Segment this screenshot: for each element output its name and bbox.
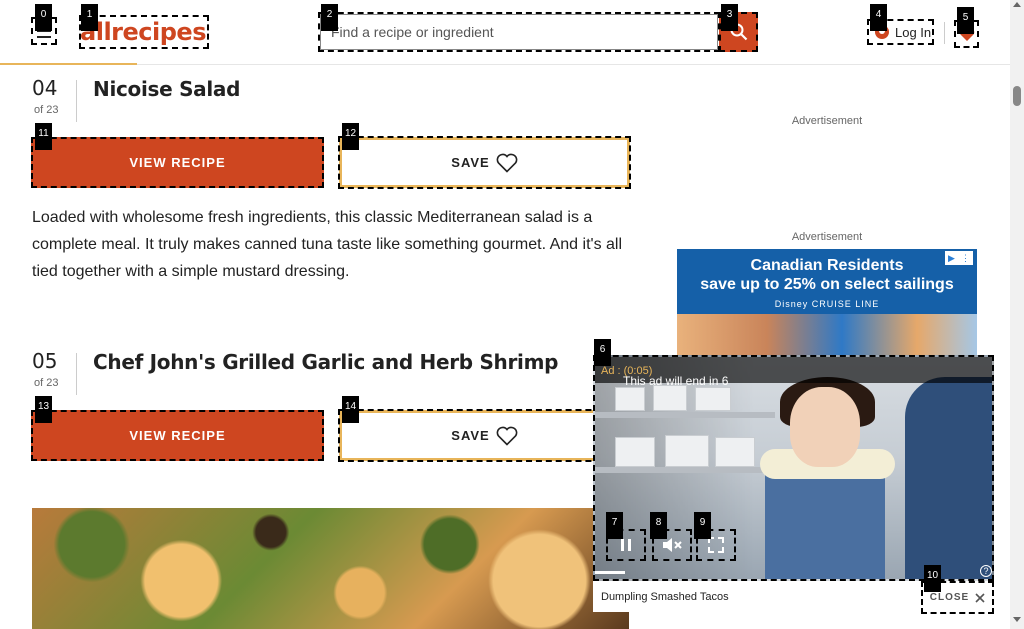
item-divider (76, 80, 77, 122)
element-badge: 11 (35, 123, 52, 150)
save-recipe-button[interactable]: SAVE (338, 409, 631, 462)
advertisement-label: Advertisement (791, 231, 863, 243)
ad-end-notice: This ad will end in 6 (623, 374, 729, 388)
video-scene-child (790, 387, 860, 467)
video-ad-player[interactable]: Ad : (0:05) This ad will end in 6 ? (593, 355, 994, 581)
recipe-image[interactable] (32, 508, 629, 629)
view-recipe-label: VIEW RECIPE (129, 428, 226, 443)
item-of-count: of 23 (34, 377, 59, 389)
view-recipe-button[interactable]: VIEW RECIPE (31, 137, 324, 188)
search-field-wrapper (318, 12, 720, 52)
ad-brand: Disney CRUISE LINE (774, 299, 880, 309)
video-scene-box (615, 437, 655, 467)
video-scene-box (653, 385, 687, 411)
advertisement-label: Advertisement (791, 115, 863, 127)
element-badge: 1 (81, 4, 98, 31)
recipe-title: Chef John's Grilled Garlic and Herb Shri… (93, 350, 559, 374)
ad-image (677, 314, 977, 359)
logo-text: allrecipes (80, 18, 206, 46)
item-divider (76, 353, 77, 395)
save-label: SAVE (451, 155, 490, 170)
item-number: 05 (32, 349, 58, 373)
recipe-title: Nicoise Salad (93, 77, 241, 101)
close-label: CLOSE (929, 592, 970, 603)
pause-icon (621, 539, 631, 551)
save-label: SAVE (451, 428, 490, 443)
help-icon[interactable]: ? (980, 565, 992, 577)
element-badge: 10 (924, 565, 941, 592)
video-scene-box (615, 387, 645, 411)
view-recipe-label: VIEW RECIPE (129, 155, 226, 170)
video-caption: Dumpling Smashed Tacos (593, 581, 923, 612)
element-badge: 13 (35, 396, 52, 423)
expand-icon (708, 537, 724, 553)
item-number: 04 (32, 76, 58, 100)
search-input[interactable] (320, 14, 718, 50)
heart-outline-icon (496, 153, 518, 173)
display-ad[interactable]: ▶ ⋮ Canadian Residents save up to 25% on … (677, 249, 977, 359)
element-badge: 12 (342, 123, 359, 150)
element-badge: 5 (957, 7, 974, 34)
view-recipe-button[interactable]: VIEW RECIPE (31, 410, 324, 461)
recipe-description: Loaded with wholesome fresh ingredients,… (32, 209, 623, 280)
menu-icon-line (37, 36, 51, 38)
element-badge: 0 (35, 4, 52, 31)
scroll-progress-bar (0, 63, 137, 65)
element-badge: 14 (342, 396, 359, 423)
video-progress-bar (595, 571, 625, 574)
element-badge: 3 (721, 4, 738, 31)
element-badge: 9 (694, 512, 711, 539)
ad-subheadline: save up to 25% on select sailings (700, 276, 954, 293)
scroll-up-arrow-icon[interactable] (1013, 2, 1021, 7)
video-scene-person (905, 377, 992, 579)
video-scene-box (665, 435, 709, 467)
video-scene-shelf (595, 412, 775, 418)
ad-headline: Canadian Residents (750, 257, 904, 274)
video-scene-box (715, 437, 755, 467)
item-of-count: of 23 (34, 104, 59, 116)
element-badge: 8 (650, 512, 667, 539)
site-logo[interactable]: allrecipes (79, 15, 209, 49)
save-recipe-button[interactable]: SAVE (338, 136, 631, 189)
element-badge: 2 (321, 4, 338, 31)
scroll-down-arrow-icon[interactable] (1013, 617, 1021, 622)
element-badge: 7 (606, 512, 623, 539)
video-scene-shelf (595, 467, 775, 473)
element-badge: 4 (870, 4, 887, 31)
page-scrollbar[interactable] (1010, 0, 1024, 629)
video-scene-box (695, 387, 731, 411)
login-label: Log In (895, 24, 932, 40)
close-icon (975, 592, 985, 603)
heart-outline-icon (496, 426, 518, 446)
scrollbar-thumb[interactable] (1013, 86, 1021, 106)
element-badge: 6 (594, 339, 611, 366)
header-divider (944, 22, 945, 44)
muted-speaker-icon (663, 538, 682, 552)
